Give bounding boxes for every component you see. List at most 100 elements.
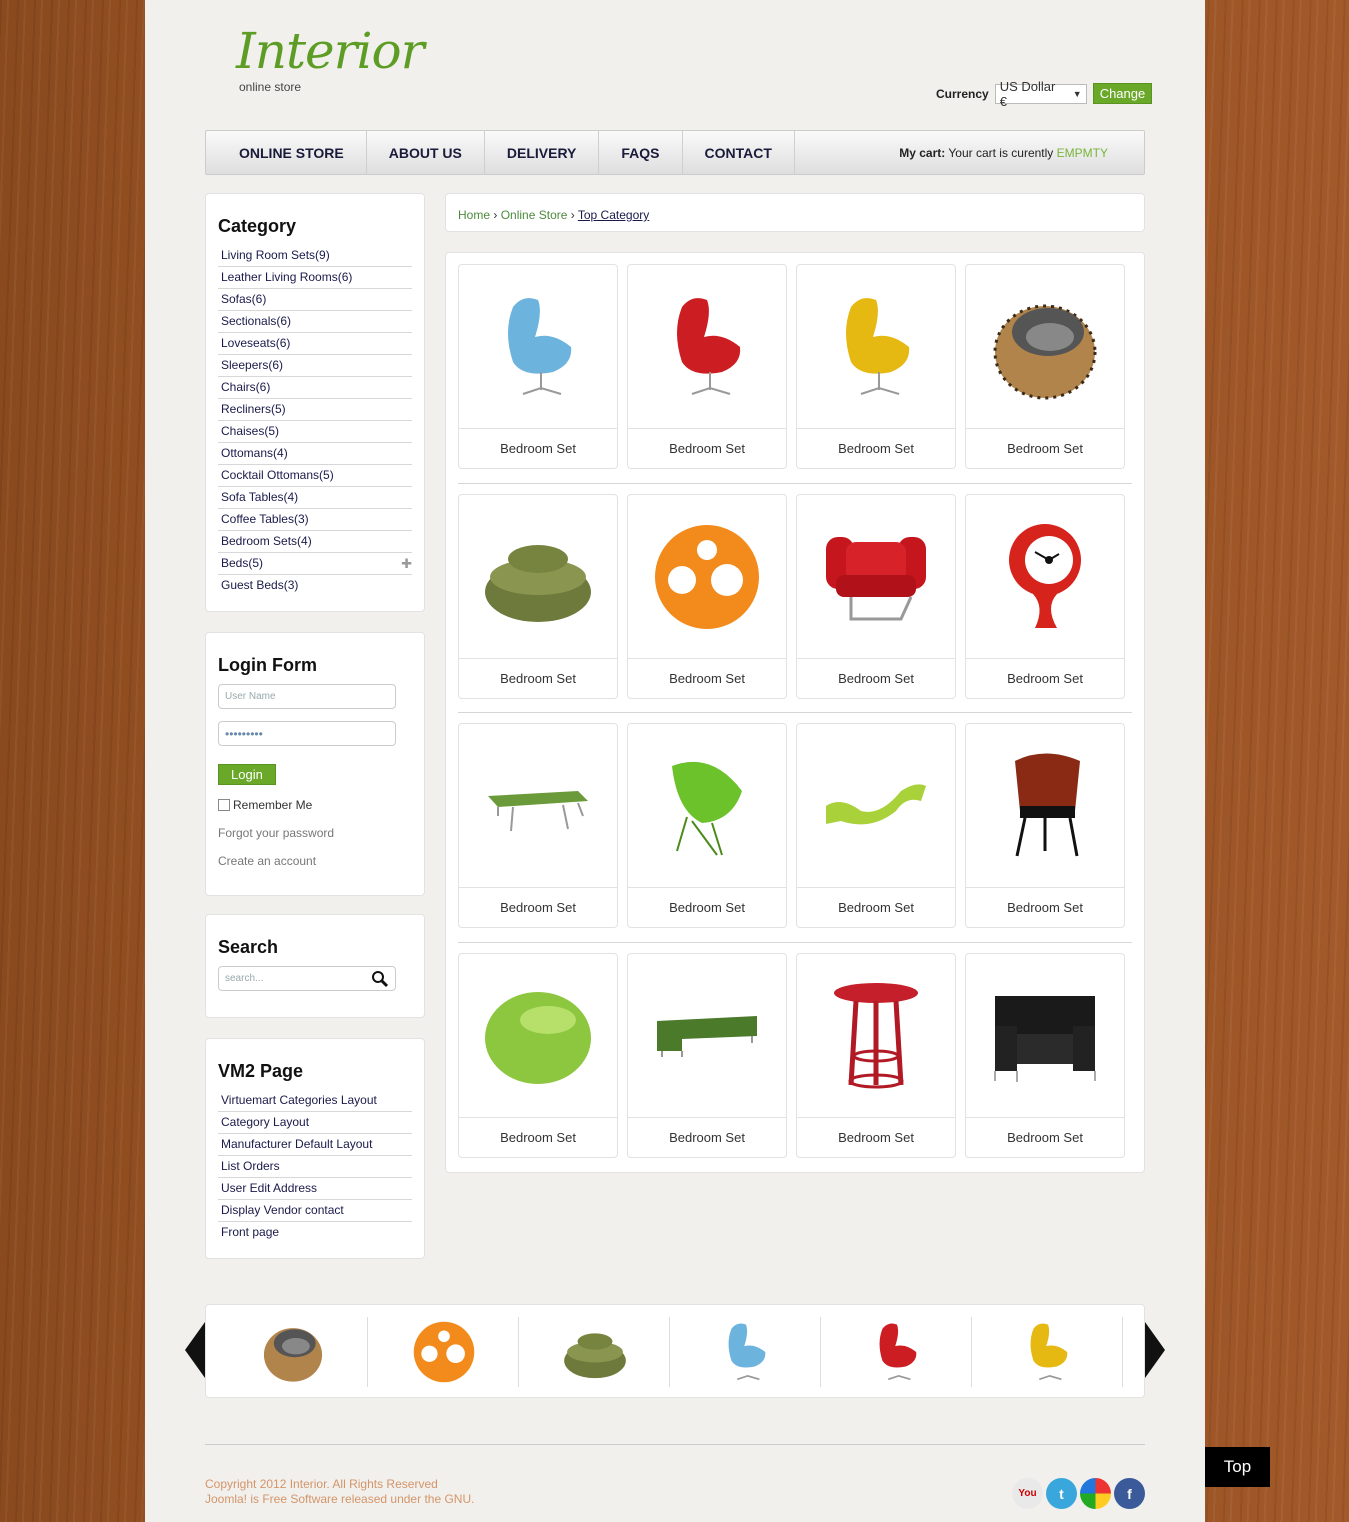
product-label[interactable]: Bedroom Set (628, 429, 786, 469)
category-item-beds[interactable]: Beds(5) ✚ (218, 553, 412, 575)
category-item[interactable]: Sofas(6) (218, 289, 412, 311)
product-card[interactable]: Bedroom Set (458, 264, 618, 469)
vm2-item[interactable]: User Edit Address (218, 1178, 412, 1200)
product-image[interactable] (628, 495, 786, 659)
vm2-item[interactable]: List Orders (218, 1156, 412, 1178)
carousel-prev-arrow[interactable] (185, 1322, 205, 1378)
create-account-link[interactable]: Create an account (218, 854, 412, 868)
category-item[interactable]: Chairs(6) (218, 377, 412, 399)
product-card[interactable]: Bedroom Set (627, 723, 787, 928)
vm2-item[interactable]: Front page (218, 1222, 412, 1244)
vm2-item[interactable]: Display Vendor contact (218, 1200, 412, 1222)
product-image[interactable] (797, 724, 955, 888)
product-image[interactable] (459, 954, 617, 1118)
vm2-item[interactable]: Manufacturer Default Layout (218, 1134, 412, 1156)
carousel-item[interactable] (369, 1317, 519, 1387)
nav-delivery[interactable]: DELIVERY (485, 130, 600, 175)
product-label[interactable]: Bedroom Set (797, 1118, 955, 1158)
product-label[interactable]: Bedroom Set (966, 429, 1124, 469)
product-image[interactable] (797, 954, 955, 1118)
product-card[interactable]: Bedroom Set (627, 494, 787, 699)
category-item[interactable]: Recliners(5) (218, 399, 412, 421)
product-card[interactable]: Bedroom Set (965, 264, 1125, 469)
product-card[interactable]: Bedroom Set (965, 953, 1125, 1158)
product-image[interactable] (966, 954, 1124, 1118)
product-label[interactable]: Bedroom Set (797, 659, 955, 699)
product-image[interactable] (628, 724, 786, 888)
product-label[interactable]: Bedroom Set (459, 659, 617, 699)
nav-online-store[interactable]: ONLINE STORE (206, 130, 367, 175)
product-label[interactable]: Bedroom Set (459, 1118, 617, 1158)
product-label[interactable]: Bedroom Set (628, 1118, 786, 1158)
product-card[interactable]: Bedroom Set (796, 953, 956, 1158)
login-button[interactable]: Login (218, 764, 276, 785)
carousel-item[interactable] (520, 1317, 670, 1387)
youtube-icon[interactable]: You (1012, 1478, 1043, 1509)
vm2-item[interactable]: Category Layout (218, 1112, 412, 1134)
product-label[interactable]: Bedroom Set (459, 429, 617, 469)
product-card[interactable]: Bedroom Set (965, 723, 1125, 928)
carousel-item[interactable] (218, 1317, 368, 1387)
product-card[interactable]: Bedroom Set (458, 494, 618, 699)
nav-faqs[interactable]: FAQS (599, 130, 683, 175)
product-card[interactable]: Bedroom Set (627, 953, 787, 1158)
product-card[interactable]: Bedroom Set (965, 494, 1125, 699)
back-to-top-button[interactable]: Top (1205, 1447, 1270, 1487)
facebook-icon[interactable]: f (1114, 1478, 1145, 1509)
product-image[interactable] (459, 495, 617, 659)
category-item[interactable]: Chaises(5) (218, 421, 412, 443)
carousel-item[interactable] (671, 1317, 821, 1387)
product-label[interactable]: Bedroom Set (966, 1118, 1124, 1158)
twitter-icon[interactable]: t (1046, 1478, 1077, 1509)
expand-icon[interactable]: ✚ (401, 553, 412, 574)
breadcrumb-online-store[interactable]: Online Store (501, 208, 568, 222)
category-item[interactable]: Cocktail Ottomans(5) (218, 465, 412, 487)
product-label[interactable]: Bedroom Set (797, 888, 955, 928)
product-label[interactable]: Bedroom Set (966, 659, 1124, 699)
product-image[interactable] (966, 724, 1124, 888)
nav-about-us[interactable]: ABOUT US (367, 130, 485, 175)
nav-contact[interactable]: CONTACT (683, 130, 795, 175)
search-input[interactable]: search... (218, 966, 396, 991)
change-currency-button[interactable]: Change (1092, 83, 1153, 104)
forgot-password-link[interactable]: Forgot your password (218, 826, 412, 840)
product-label[interactable]: Bedroom Set (628, 659, 786, 699)
product-image[interactable] (459, 265, 617, 429)
carousel-item[interactable] (973, 1317, 1123, 1387)
product-image[interactable] (459, 724, 617, 888)
breadcrumb-current[interactable]: Top Category (578, 208, 649, 222)
google-icon[interactable] (1080, 1478, 1111, 1509)
category-item[interactable]: Sofa Tables(4) (218, 487, 412, 509)
remember-checkbox[interactable] (218, 799, 230, 811)
product-image[interactable] (966, 265, 1124, 429)
product-card[interactable]: Bedroom Set (458, 723, 618, 928)
breadcrumb-home[interactable]: Home (458, 208, 490, 222)
product-image[interactable] (628, 954, 786, 1118)
product-image[interactable] (628, 265, 786, 429)
product-label[interactable]: Bedroom Set (797, 429, 955, 469)
product-label[interactable]: Bedroom Set (459, 888, 617, 928)
product-label[interactable]: Bedroom Set (966, 888, 1124, 928)
product-card[interactable]: Bedroom Set (796, 723, 956, 928)
product-image[interactable] (966, 495, 1124, 659)
product-image[interactable] (797, 495, 955, 659)
category-item[interactable]: Living Room Sets(9) (218, 245, 412, 267)
vm2-item[interactable]: Virtuemart Categories Layout (218, 1090, 412, 1112)
category-item[interactable]: Sectionals(6) (218, 311, 412, 333)
category-item[interactable]: Sleepers(6) (218, 355, 412, 377)
username-field[interactable]: User Name (218, 684, 396, 709)
product-card[interactable]: Bedroom Set (627, 264, 787, 469)
product-card[interactable]: Bedroom Set (796, 494, 956, 699)
product-card[interactable]: Bedroom Set (458, 953, 618, 1158)
search-icon[interactable] (371, 970, 389, 988)
product-image[interactable] (797, 265, 955, 429)
category-item[interactable]: Guest Beds(3) (218, 575, 412, 597)
carousel-item[interactable] (822, 1317, 972, 1387)
category-item[interactable]: Bedroom Sets(4) (218, 531, 412, 553)
category-item[interactable]: Leather Living Rooms(6) (218, 267, 412, 289)
category-item[interactable]: Coffee Tables(3) (218, 509, 412, 531)
password-field[interactable]: ••••••••• (218, 721, 396, 746)
currency-select[interactable]: US Dollar € ▼ (994, 79, 1087, 109)
product-card[interactable]: Bedroom Set (796, 264, 956, 469)
product-label[interactable]: Bedroom Set (628, 888, 786, 928)
